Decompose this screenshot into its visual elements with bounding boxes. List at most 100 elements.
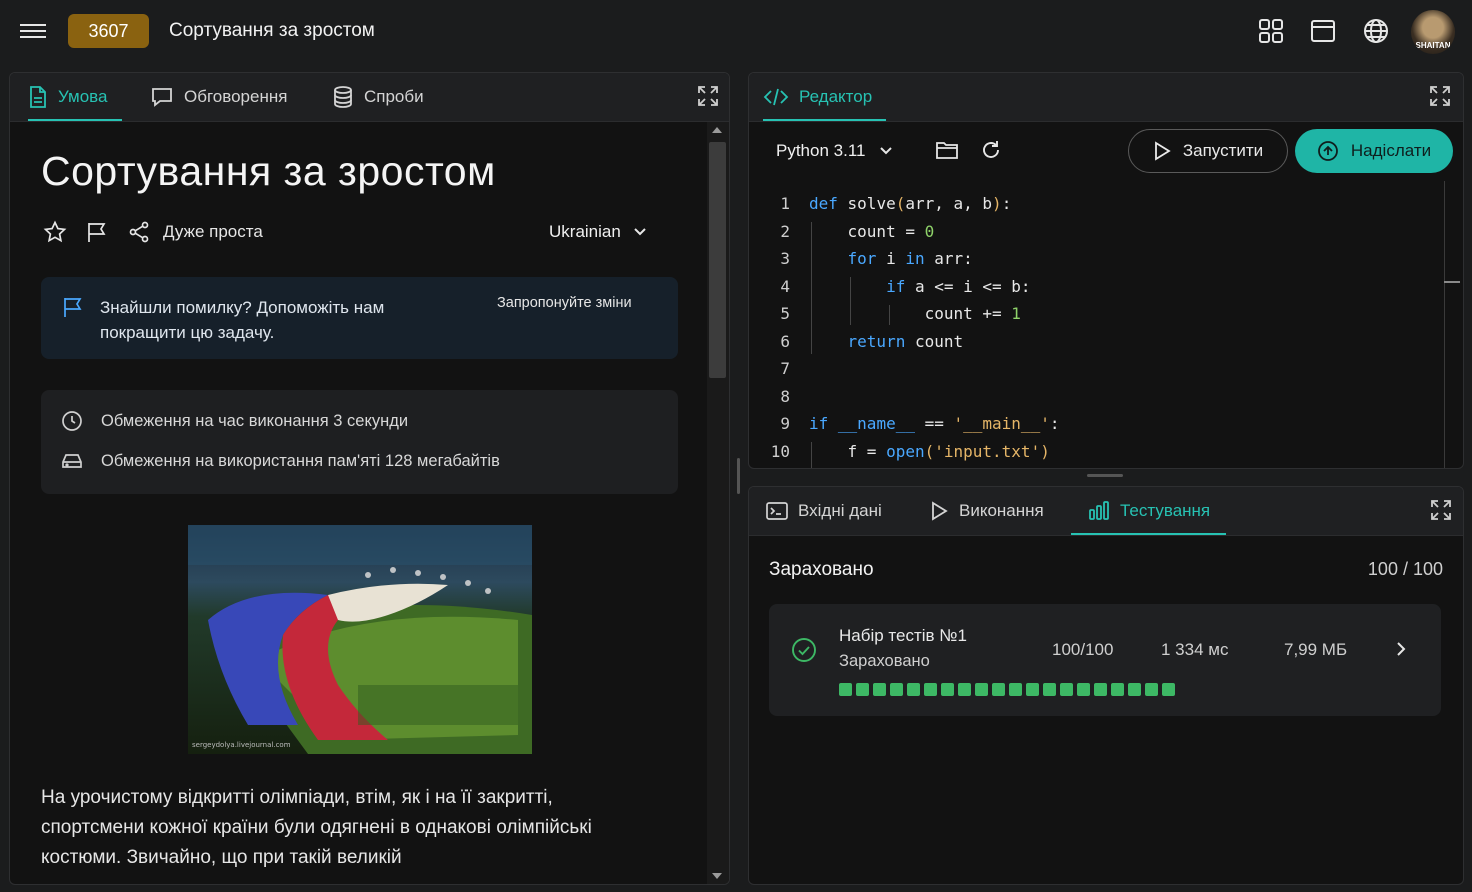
tab-testing-label: Тестування	[1120, 501, 1211, 520]
panel-vertical-resize-handle[interactable]	[737, 458, 740, 494]
tab-attempts[interactable]: Спроби	[332, 73, 424, 121]
language-select[interactable]: Ukrainian	[549, 222, 647, 242]
memory-limit-text: Обмеження на використання пам'яті 128 ме…	[101, 451, 500, 470]
test-pass-indicator[interactable]	[1060, 683, 1073, 696]
run-button[interactable]: Запустити	[1128, 129, 1288, 173]
share-icon[interactable]	[127, 220, 151, 244]
scrollbar-thumb[interactable]	[709, 142, 726, 378]
problem-meta: Дуже проста	[43, 218, 263, 246]
code-editor[interactable]: 1 2 3 4 5 6 7 8 9 10 def solve(arr, a, b…	[749, 188, 1446, 468]
test-pass-indicator[interactable]	[1128, 683, 1141, 696]
flag-icon[interactable]	[85, 220, 109, 244]
problem-panel: Умова Обговорення Спроби Сортування за з…	[9, 72, 730, 885]
test-pass-indicator[interactable]	[856, 683, 869, 696]
test-pass-indicator[interactable]	[1162, 683, 1175, 696]
code-line: def solve(arr, a, b):	[809, 194, 1012, 213]
test-pass-indicator[interactable]	[839, 683, 852, 696]
limits-box: Обмеження на час виконання 3 секунди Обм…	[41, 390, 678, 494]
line-number: 6	[780, 332, 790, 351]
terminal-icon	[766, 502, 788, 520]
tab-testing[interactable]: Тестування	[1071, 487, 1227, 535]
language-select-value: Ukrainian	[549, 222, 621, 241]
test-pass-indicator[interactable]	[958, 683, 971, 696]
refresh-icon[interactable]	[980, 139, 1002, 161]
problem-tabs: Умова Обговорення Спроби	[10, 73, 729, 122]
difficulty-label: Дуже проста	[163, 222, 263, 241]
notice-text: Знайшли помилку? Допоможіть нам покращит…	[100, 298, 385, 342]
problem-title-header: Сортування за зростом	[169, 20, 375, 41]
expand-icon[interactable]	[1429, 85, 1451, 107]
editor-scrollbar[interactable]	[1444, 181, 1460, 468]
document-icon	[30, 86, 46, 108]
test-pass-indicator[interactable]	[941, 683, 954, 696]
test-set-row[interactable]: Набір тестів №1 Зараховано 100/100 1 334…	[769, 604, 1441, 716]
time-limit: Обмеження на час виконання 3 секунди	[61, 410, 408, 432]
tab-attempts-label: Спроби	[364, 87, 424, 106]
tab-input-label: Вхідні дані	[798, 501, 882, 520]
code-line: count += 1	[809, 304, 1021, 323]
results-tabs: Вхідні дані Виконання Тестування	[749, 487, 1463, 536]
test-results-strip	[839, 683, 1179, 696]
play-icon	[932, 501, 948, 521]
tab-input[interactable]: Вхідні дані	[766, 487, 882, 535]
avatar[interactable]: SHAITAN	[1411, 10, 1455, 54]
image-caption: sergeydolya.livejournal.com	[192, 741, 291, 749]
memory-limit: Обмеження на використання пам'яті 128 ме…	[61, 450, 500, 472]
code-line: for i in arr:	[847, 249, 973, 268]
check-circle-icon	[792, 638, 816, 662]
menu-icon[interactable]	[20, 20, 46, 44]
test-pass-indicator[interactable]	[992, 683, 1005, 696]
python-version-value: Python 3.11	[776, 141, 866, 160]
test-pass-indicator[interactable]	[1077, 683, 1090, 696]
results-panel: Вхідні дані Виконання Тестування Зарахов…	[748, 486, 1464, 885]
tab-statement-label: Умова	[58, 87, 108, 106]
tab-discussion[interactable]: Обговорення	[150, 73, 287, 121]
total-score: 100 / 100	[1367, 559, 1443, 579]
tab-discussion-label: Обговорення	[184, 87, 288, 106]
globe-icon[interactable]	[1363, 18, 1389, 44]
line-number: 7	[780, 359, 790, 378]
test-pass-indicator[interactable]	[1094, 683, 1107, 696]
grid-layout-icon[interactable]	[1258, 18, 1284, 44]
expand-icon[interactable]	[697, 85, 719, 107]
submit-button-label: Надіслати	[1350, 141, 1432, 160]
test-pass-indicator[interactable]	[1009, 683, 1022, 696]
code-line: if a <= i <= b:	[886, 277, 1031, 296]
folder-icon[interactable]	[935, 139, 959, 161]
test-pass-indicator[interactable]	[1145, 683, 1158, 696]
test-pass-indicator[interactable]	[1111, 683, 1124, 696]
test-pass-indicator[interactable]	[873, 683, 886, 696]
star-icon[interactable]	[43, 220, 67, 244]
test-set-status: Зараховано	[839, 652, 930, 670]
test-pass-indicator[interactable]	[890, 683, 903, 696]
line-number: 3	[780, 249, 790, 268]
test-set-time: 1 334 мс	[1161, 640, 1229, 659]
tab-execution-label: Виконання	[959, 501, 1044, 520]
test-pass-indicator[interactable]	[1026, 683, 1039, 696]
suggest-changes-link[interactable]: Запропонуйте зміни	[497, 295, 632, 311]
test-pass-indicator[interactable]	[924, 683, 937, 696]
top-bar: 3607 Сортування за зростом SHAITAN	[0, 0, 1472, 64]
window-icon[interactable]	[1310, 18, 1336, 44]
code-line: if __name__ == '__main__':	[809, 414, 1060, 433]
tab-editor[interactable]: Редактор	[763, 73, 887, 121]
editor-toolbar: Python 3.11 Запустити Надіслати	[749, 122, 1463, 182]
python-version-select[interactable]: Python 3.11	[776, 141, 893, 161]
panel-resize-handle[interactable]	[1087, 474, 1123, 477]
line-number: 4	[780, 277, 790, 296]
expand-icon[interactable]	[1430, 499, 1452, 521]
test-pass-indicator[interactable]	[907, 683, 920, 696]
statement-scrollbar[interactable]	[707, 122, 729, 884]
test-pass-indicator[interactable]	[975, 683, 988, 696]
tab-execution[interactable]: Виконання	[929, 487, 1044, 535]
tab-statement[interactable]: Умова	[28, 73, 123, 121]
tab-editor-label: Редактор	[799, 87, 873, 106]
line-number: 5	[780, 304, 790, 323]
problem-number-badge[interactable]: 3607	[68, 14, 149, 48]
chevron-right-icon[interactable]	[1395, 640, 1407, 658]
line-number: 2	[780, 222, 790, 241]
statement-paragraph: На урочистому відкритті олімпіади, втім,…	[41, 787, 592, 868]
bar-chart-icon	[1089, 501, 1109, 520]
test-pass-indicator[interactable]	[1043, 683, 1056, 696]
submit-button[interactable]: Надіслати	[1295, 129, 1453, 173]
